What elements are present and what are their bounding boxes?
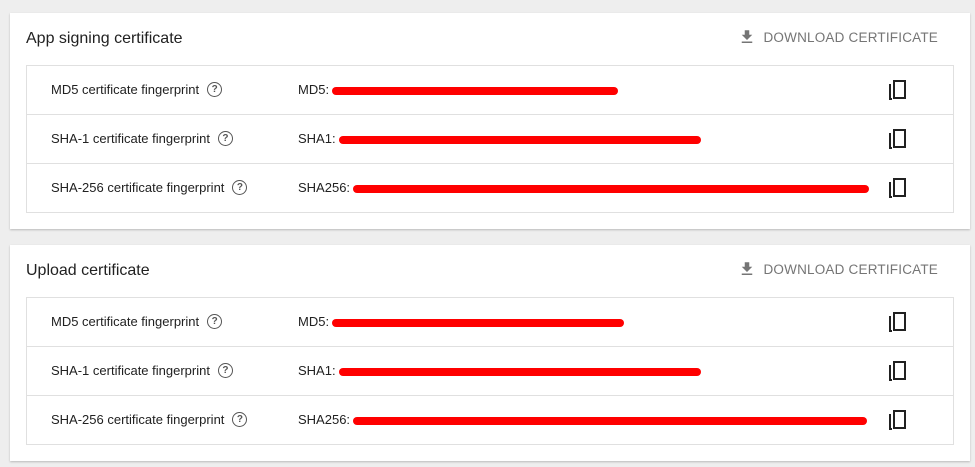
- help-icon[interactable]: ?: [217, 363, 233, 378]
- fingerprint-label-text: SHA-1 certificate fingerprint: [51, 131, 210, 146]
- fingerprint-prefix: SHA1:: [298, 131, 336, 146]
- download-icon: [742, 262, 753, 275]
- copy-icon: [889, 410, 906, 430]
- redaction-mark: [332, 86, 619, 95]
- download-label: DOWNLOAD CERTIFICATE: [763, 261, 938, 277]
- copy-icon: [889, 129, 906, 149]
- copy-icon: [889, 80, 906, 100]
- fingerprint-label-text: MD5 certificate fingerprint: [51, 82, 200, 97]
- fingerprint-label-text: SHA-256 certificate fingerprint: [51, 180, 225, 195]
- copy-button[interactable]: [887, 311, 909, 335]
- fingerprint-value: SHA256:: [298, 412, 868, 427]
- fingerprint-value: SHA256:: [298, 180, 870, 195]
- fingerprint-label: MD5 certificate fingerprint ?: [51, 314, 223, 329]
- redaction-mark: [338, 367, 701, 376]
- fingerprint-label: MD5 certificate fingerprint ?: [51, 82, 223, 97]
- fingerprint-prefix: SHA256:: [298, 412, 351, 427]
- table-row: MD5 certificate fingerprint ? MD5:: [27, 66, 953, 115]
- fingerprint-label: SHA-1 certificate fingerprint ?: [51, 363, 233, 378]
- fingerprint-label-text: SHA-1 certificate fingerprint: [51, 363, 210, 378]
- help-icon[interactable]: ?: [207, 314, 223, 329]
- copy-button[interactable]: [887, 128, 909, 152]
- help-icon[interactable]: ?: [207, 82, 223, 97]
- redaction-mark: [353, 416, 868, 425]
- fingerprint-label-text: SHA-256 certificate fingerprint: [51, 412, 225, 427]
- upload-certificate-card: Upload certificate DOWNLOAD CERTIFICATE …: [10, 245, 970, 461]
- redaction-mark: [338, 135, 701, 144]
- copy-button[interactable]: [887, 409, 909, 433]
- fingerprint-label: SHA-256 certificate fingerprint ?: [51, 180, 248, 195]
- fingerprint-table: MD5 certificate fingerprint ? MD5: SHA-1…: [26, 65, 954, 213]
- fingerprint-value: MD5:: [298, 82, 619, 97]
- copy-button[interactable]: [887, 177, 909, 201]
- help-icon[interactable]: ?: [232, 412, 248, 427]
- table-row: MD5 certificate fingerprint ? MD5:: [27, 298, 953, 347]
- fingerprint-value: SHA1:: [298, 131, 701, 146]
- table-row: SHA-256 certificate fingerprint ? SHA256…: [27, 396, 953, 444]
- fingerprint-value: MD5:: [298, 314, 625, 329]
- copy-icon: [889, 178, 906, 198]
- download-icon: [742, 30, 753, 43]
- copy-icon: [889, 312, 906, 332]
- redaction-mark: [353, 184, 870, 193]
- download-certificate-button[interactable]: DOWNLOAD CERTIFICATE: [738, 260, 938, 278]
- card-title: App signing certificate: [26, 30, 183, 47]
- app-signing-certificate-card: App signing certificate DOWNLOAD CERTIFI…: [10, 13, 970, 229]
- download-certificate-button[interactable]: DOWNLOAD CERTIFICATE: [738, 28, 938, 46]
- redaction-mark: [332, 318, 625, 327]
- fingerprint-label-text: MD5 certificate fingerprint: [51, 314, 200, 329]
- copy-icon: [889, 361, 906, 381]
- download-label: DOWNLOAD CERTIFICATE: [763, 29, 938, 45]
- fingerprint-prefix: MD5:: [298, 314, 330, 329]
- fingerprint-prefix: SHA1:: [298, 363, 336, 378]
- table-row: SHA-1 certificate fingerprint ? SHA1:: [27, 115, 953, 164]
- fingerprint-prefix: SHA256:: [298, 180, 351, 195]
- card-title: Upload certificate: [26, 262, 150, 279]
- help-icon[interactable]: ?: [232, 180, 248, 195]
- copy-button[interactable]: [887, 79, 909, 103]
- fingerprint-prefix: MD5:: [298, 82, 330, 97]
- copy-button[interactable]: [887, 360, 909, 384]
- fingerprint-label: SHA-256 certificate fingerprint ?: [51, 412, 248, 427]
- table-row: SHA-1 certificate fingerprint ? SHA1:: [27, 347, 953, 396]
- fingerprint-value: SHA1:: [298, 363, 701, 378]
- fingerprint-table: MD5 certificate fingerprint ? MD5: SHA-1…: [26, 297, 954, 445]
- fingerprint-label: SHA-1 certificate fingerprint ?: [51, 131, 233, 146]
- help-icon[interactable]: ?: [217, 131, 233, 146]
- table-row: SHA-256 certificate fingerprint ? SHA256…: [27, 164, 953, 212]
